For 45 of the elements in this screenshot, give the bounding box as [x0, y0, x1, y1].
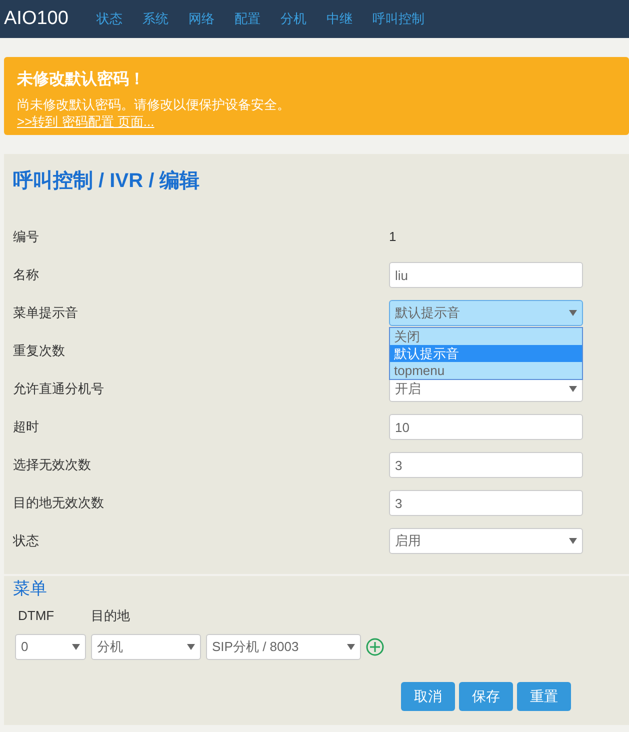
- caret-icon: [187, 644, 195, 650]
- alert-title: 未修改默认密码！: [17, 69, 146, 90]
- caret-icon: [569, 538, 577, 544]
- brand-logo[interactable]: AIO100: [4, 4, 68, 34]
- field-label: 选择无效次数: [13, 456, 92, 474]
- input-field[interactable]: 3: [389, 490, 583, 516]
- input-field[interactable]: 10: [389, 414, 583, 440]
- field-label: 超时: [13, 418, 40, 436]
- section-title: 菜单: [13, 578, 48, 600]
- field-label: 重复次数: [13, 342, 66, 360]
- nav-link[interactable]: 配置: [234, 9, 260, 29]
- nav-link[interactable]: 中继: [326, 9, 352, 29]
- field-label: 状态: [13, 532, 40, 550]
- nav-link[interactable]: 分机: [280, 9, 306, 29]
- field-label: 允许直通分机号: [13, 380, 105, 398]
- field-label: 目的地无效次数: [13, 494, 105, 512]
- dropdown-option[interactable]: 关闭: [390, 328, 582, 345]
- column-header: DTMF: [18, 607, 56, 625]
- page-title: 呼叫控制 / IVR / 编辑: [13, 168, 201, 194]
- dropdown-option[interactable]: 默认提示音: [390, 345, 582, 362]
- nav-link[interactable]: 呼叫控制: [372, 9, 424, 29]
- select-field[interactable]: SIP分机 / 8003: [206, 634, 361, 660]
- caret-icon: [569, 386, 577, 392]
- dropdown-option[interactable]: topmenu: [390, 362, 582, 379]
- field-value: 1: [389, 228, 396, 246]
- field-label: 名称: [13, 266, 40, 284]
- field-label: 编号: [13, 228, 40, 246]
- action-button[interactable]: 重置: [517, 682, 571, 710]
- input-field[interactable]: liu: [389, 262, 583, 288]
- select-field[interactable]: 0: [15, 634, 86, 660]
- input-field[interactable]: 3: [389, 452, 583, 478]
- caret-icon: [347, 644, 355, 650]
- column-header: 目的地: [91, 607, 131, 625]
- select-field[interactable]: 启用: [389, 528, 583, 554]
- caret-icon: [72, 644, 80, 650]
- action-button[interactable]: 取消: [401, 682, 455, 710]
- select-field[interactable]: 分机: [91, 634, 201, 660]
- nav-link[interactable]: 网络: [188, 9, 214, 29]
- field-label: 菜单提示音: [13, 304, 79, 322]
- alert-message: 尚未修改默认密码。请修改以便保护设备安全。: [17, 96, 291, 113]
- add-icon[interactable]: [366, 638, 384, 656]
- nav-link[interactable]: 状态: [96, 9, 122, 29]
- nav-link[interactable]: 系统: [142, 9, 168, 29]
- caret-icon: [569, 310, 577, 316]
- action-button[interactable]: 保存: [459, 682, 513, 710]
